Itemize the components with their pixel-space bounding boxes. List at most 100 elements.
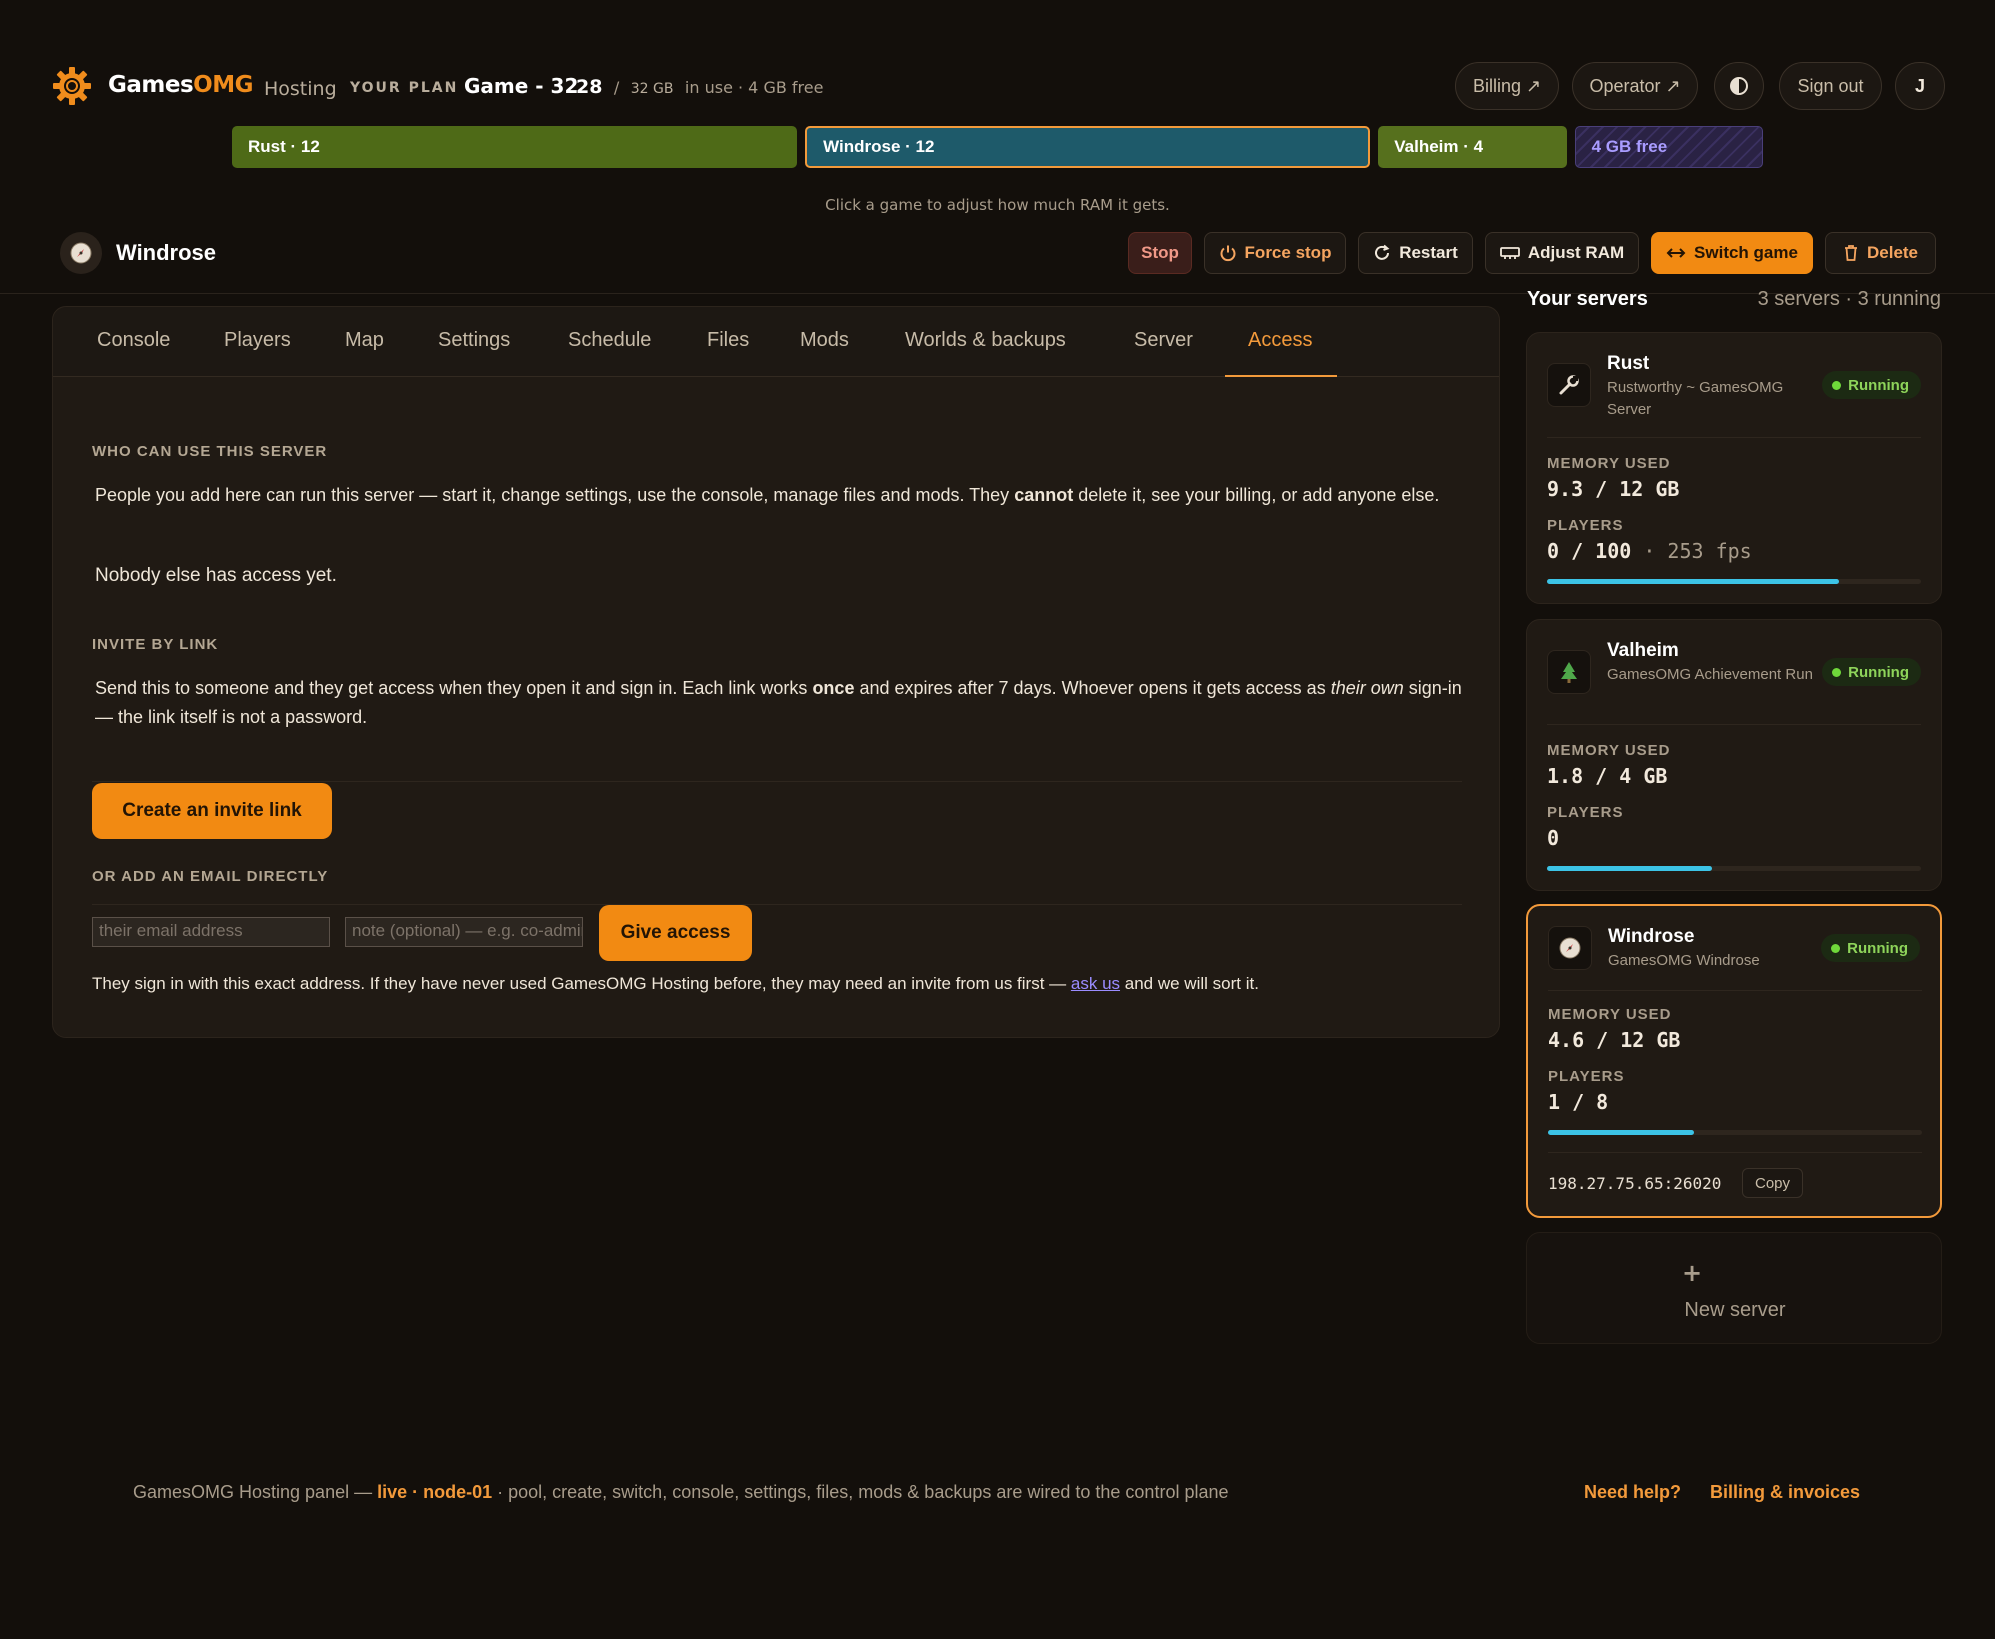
ram-status: in use · 4 GB free <box>684 78 824 97</box>
theme-toggle-button[interactable] <box>1714 62 1764 110</box>
divider <box>1548 1152 1922 1153</box>
server-card-name: Windrose <box>1608 926 1695 947</box>
stop-button[interactable]: Stop <box>1128 232 1192 274</box>
give-access-button[interactable]: Give access <box>599 905 752 961</box>
who-can-use-description: People you add here can run this server … <box>95 485 1440 505</box>
memory-usage-fill <box>1547 866 1712 871</box>
server-card-name: Valheim <box>1607 640 1679 661</box>
operator-button[interactable]: Operator ↗ <box>1572 62 1698 110</box>
new-server-label: New server <box>1684 1299 1786 1321</box>
server-card-windrose[interactable]: Windrose GamesOMG Windrose Running MEMOR… <box>1526 904 1942 1218</box>
tab-mods[interactable]: Mods <box>800 329 849 352</box>
memory-value: 9.3 / 12 GB <box>1547 477 1680 501</box>
tab-players[interactable]: Players <box>224 329 291 352</box>
switch-game-button[interactable]: Switch game <box>1651 232 1813 274</box>
memory-usage-bar <box>1547 866 1921 871</box>
tab-settings[interactable]: Settings <box>438 329 510 352</box>
sign-out-button[interactable]: Sign out <box>1779 62 1882 110</box>
top-bar: GamesOMG Hosting YOUR PLAN Game - 32 28 … <box>0 0 1995 214</box>
copy-address-button[interactable]: Copy <box>1742 1168 1804 1198</box>
brand-sub: Hosting <box>264 78 337 100</box>
divider <box>1547 437 1921 438</box>
memory-value: 1.8 / 4 GB <box>1547 764 1668 788</box>
create-invite-link-button[interactable]: Create an invite link <box>92 783 332 839</box>
memory-icon <box>1499 247 1520 259</box>
email-field[interactable]: their email address <box>92 917 330 947</box>
force-stop-button[interactable]: Force stop <box>1204 232 1346 274</box>
plus-icon: + <box>1681 1259 1703 1287</box>
divider <box>92 904 1462 905</box>
server-header: Windrose Stop Force stop Restart Adjust … <box>0 222 1995 294</box>
ask-us-link[interactable]: ask us <box>1071 974 1120 993</box>
restart-button[interactable]: Restart <box>1358 232 1473 274</box>
compass-icon <box>1559 937 1581 959</box>
players-label: PLAYERS <box>1547 517 1624 534</box>
restart-icon <box>1375 244 1390 260</box>
memory-value: 4.6 / 12 GB <box>1548 1028 1681 1052</box>
divider <box>1547 724 1921 725</box>
tree-icon <box>1561 662 1577 683</box>
ram-segment-2[interactable]: Windrose · 12 <box>805 126 1371 168</box>
server-address: 198.27.75.65:26020 <box>1548 1174 1722 1193</box>
user-avatar[interactable]: J <box>1895 62 1945 110</box>
tab-access[interactable]: Access <box>1248 329 1312 352</box>
ram-total: 32 GB <box>630 81 674 97</box>
memory-usage-bar <box>1547 579 1921 584</box>
tab-console[interactable]: Console <box>97 329 170 352</box>
access-list-empty: Nobody else has access yet. <box>95 565 337 586</box>
new-server-button[interactable]: + New server <box>1526 1232 1942 1344</box>
divider <box>1548 990 1922 991</box>
divider <box>92 781 1462 782</box>
server-icon <box>1547 650 1591 694</box>
tab-bar: Console Players Map Settings Schedule Fi… <box>53 307 1499 377</box>
ram-segment-3[interactable]: Valheim · 4 <box>1378 126 1567 168</box>
note-field[interactable]: note (optional) — e.g. co-admin <box>345 917 583 947</box>
tab-map[interactable]: Map <box>345 329 384 352</box>
tab-schedule[interactable]: Schedule <box>568 329 651 352</box>
players-label: PLAYERS <box>1547 804 1624 821</box>
ram-segment-1[interactable]: Rust · 12 <box>232 126 798 168</box>
contrast-icon <box>1730 77 1748 95</box>
memory-usage-fill <box>1548 1130 1694 1135</box>
server-card-valheim[interactable]: Valheim GamesOMG Achievement Run Running… <box>1526 619 1942 891</box>
delete-button[interactable]: Delete <box>1825 232 1936 274</box>
access-panel: Console Players Map Settings Schedule Fi… <box>52 306 1500 1038</box>
compass-icon <box>70 242 92 264</box>
server-name: Windrose <box>116 240 217 265</box>
add-email-heading: OR ADD AN EMAIL DIRECTLY <box>92 868 329 885</box>
server-card-subtitle: Rustworthy ~ GamesOMG Server <box>1607 379 1784 418</box>
billing-button[interactable]: Billing ↗ <box>1455 62 1559 110</box>
tab-files[interactable]: Files <box>707 329 749 352</box>
players-value: 0 <box>1547 826 1560 850</box>
gear-logo-icon <box>53 67 91 105</box>
adjust-ram-button[interactable]: Adjust RAM <box>1485 232 1639 274</box>
tab-worlds-backups[interactable]: Worlds & backups <box>905 329 1066 352</box>
brand-name[interactable]: GamesOMG <box>108 72 253 98</box>
servers-list-title: Your servers <box>1527 288 1648 310</box>
active-tab-indicator <box>1225 375 1337 377</box>
swap-arrows-icon <box>1666 248 1686 258</box>
invite-link-heading: INVITE BY LINK <box>92 636 219 653</box>
billing-invoices-link[interactable]: Billing & invoices <box>1710 1482 1860 1503</box>
invite-link-description: Send this to someone and they get access… <box>95 678 1462 727</box>
players-label: PLAYERS <box>1548 1068 1625 1085</box>
footer-status: GamesOMG Hosting panel — live · node-01 … <box>133 1482 1229 1502</box>
server-card-subtitle: GamesOMG Achievement Run <box>1607 666 1813 683</box>
tab-server[interactable]: Server <box>1134 329 1193 352</box>
help-link[interactable]: Need help? <box>1584 1482 1681 1503</box>
plan-name: Game - 32 <box>464 74 579 98</box>
ram-segment-4[interactable]: 4 GB free <box>1574 126 1763 168</box>
ram-usage-summary: 28 / 32 GB in use · 4 GB free <box>576 76 824 98</box>
status-badge: Running <box>1822 371 1921 399</box>
memory-label: MEMORY USED <box>1548 1006 1672 1023</box>
ram-hint: Click a game to adjust how much RAM it g… <box>825 196 1170 214</box>
server-icon <box>1547 363 1591 407</box>
server-card-rust[interactable]: Rust Rustworthy ~ GamesOMG Server Runnin… <box>1526 332 1942 604</box>
power-icon <box>1220 245 1236 262</box>
status-dot-icon <box>1831 943 1841 953</box>
status-dot-icon <box>1832 380 1842 390</box>
wrench-icon <box>1559 375 1579 395</box>
status-badge: Running <box>1822 658 1921 686</box>
email-footnote: They sign in with this exact address. If… <box>92 974 1259 993</box>
server-icon <box>1548 926 1592 970</box>
